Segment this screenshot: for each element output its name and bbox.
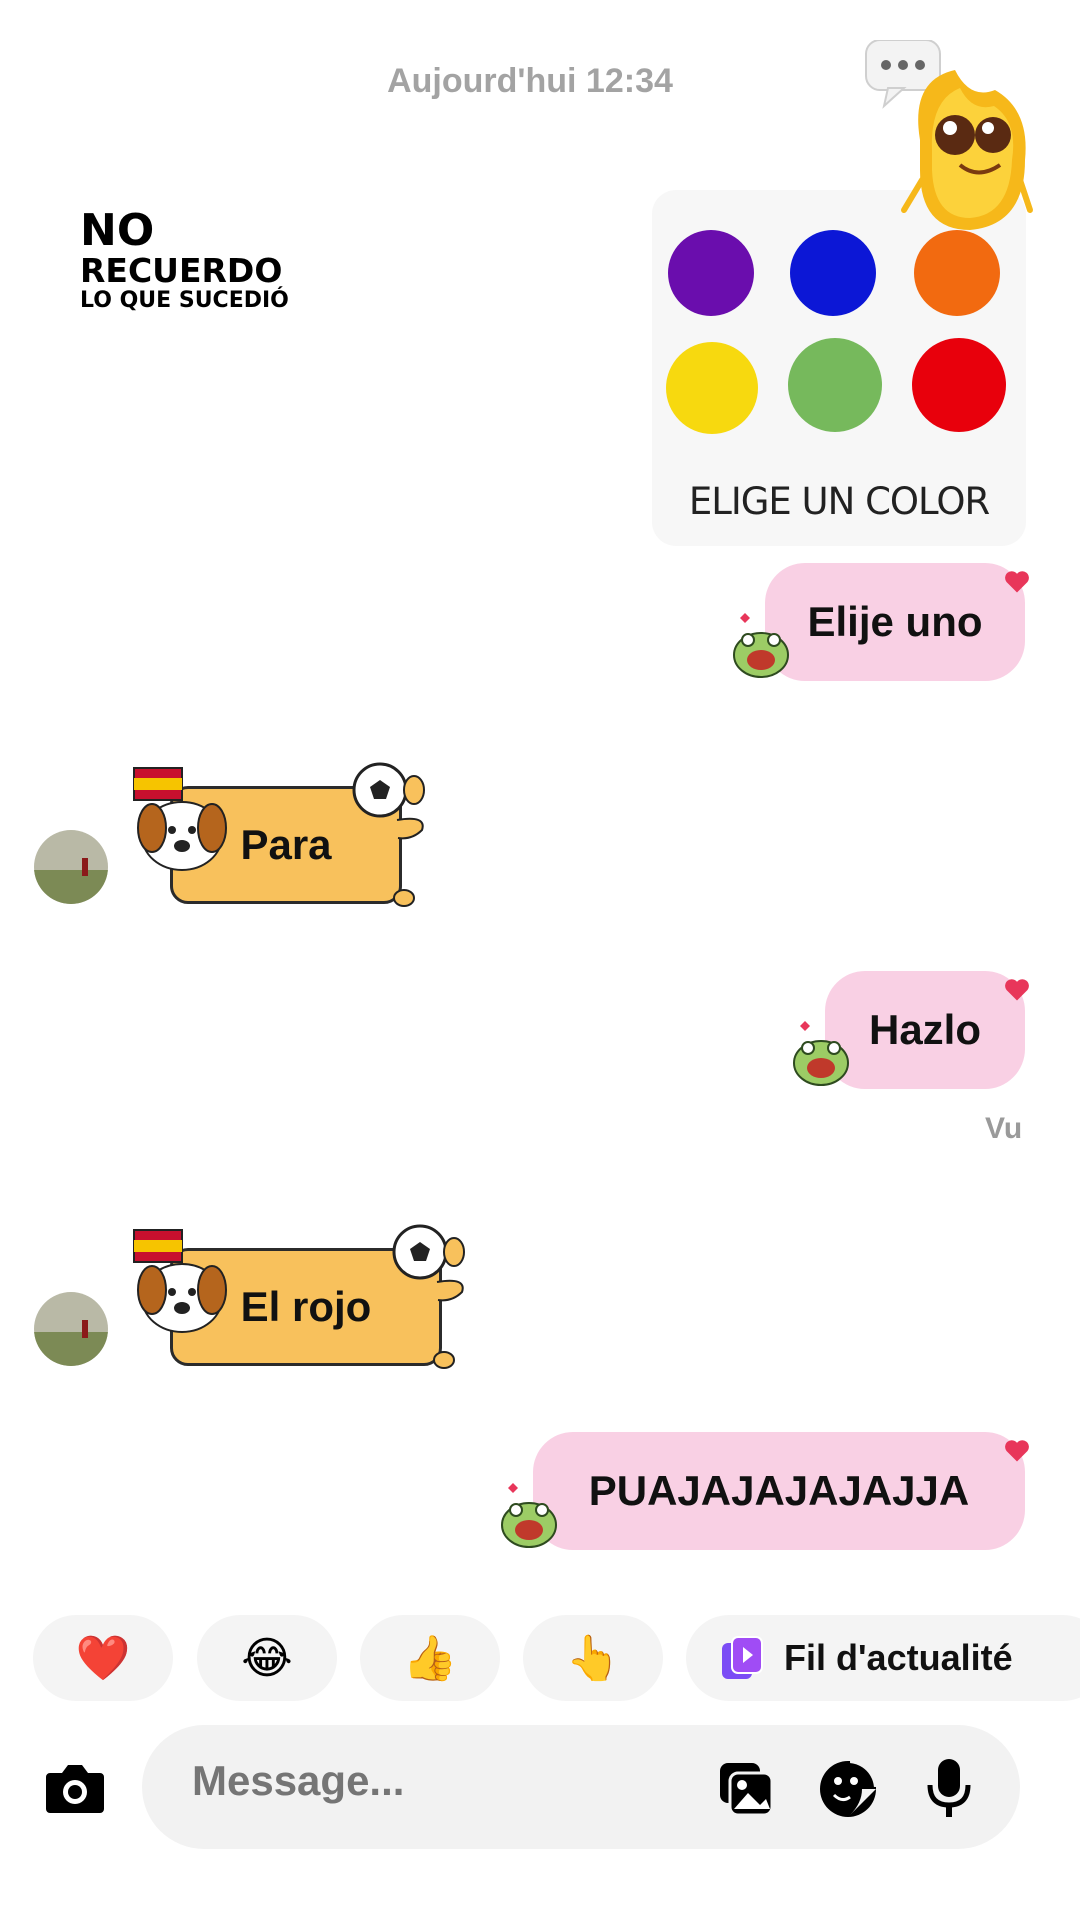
color-dot-purple <box>668 230 754 316</box>
overlay-caption: NO RECUERDO LO QUE SUCEDIÓ <box>80 205 289 313</box>
color-dot-yellow <box>666 342 758 434</box>
their-message-bubble[interactable]: El rojo <box>130 1222 480 1372</box>
color-dot-green <box>788 338 882 432</box>
my-message-bubble[interactable]: Hazlo <box>825 971 1025 1089</box>
frog-sticker-icon <box>501 1483 557 1548</box>
camera-icon[interactable] <box>44 1757 106 1817</box>
sticker-icon[interactable] <box>818 1759 878 1819</box>
quick-reactions-bar: ❤️ 😂 👍 👆 Fil d'actualité <box>33 1615 1080 1701</box>
color-dot-red <box>912 338 1006 432</box>
color-choice-sticker[interactable]: ELIGE UN COLOR <box>652 190 1026 546</box>
message-text: Hazlo <box>868 1006 981 1053</box>
avatar[interactable] <box>34 1292 108 1366</box>
typing-indicator-icon <box>865 39 1033 230</box>
heart-reaction-icon <box>1005 571 1029 593</box>
overlay-line-3: LO QUE SUCEDIÓ <box>80 287 289 313</box>
overlay-line-2: RECUERDO <box>80 251 283 291</box>
thumbs-up-emoji-icon: 👍 <box>402 1634 458 1683</box>
seen-indicator: Vu <box>985 1112 1023 1145</box>
color-card-label: ELIGE UN COLOR <box>688 480 990 523</box>
dog-sticker-icon <box>133 1229 227 1333</box>
overlay-line-1: NO <box>80 205 155 256</box>
message-composer <box>142 1725 1020 1849</box>
avatar[interactable] <box>34 830 108 904</box>
message-text: El rojo <box>240 1283 372 1330</box>
feed-reels-icon <box>722 1636 763 1679</box>
feed-share-button[interactable]: Fil d'actualité <box>686 1615 1080 1701</box>
message-input[interactable] <box>192 1757 652 1805</box>
feed-label: Fil d'actualité <box>784 1637 1013 1678</box>
quick-reaction-heart[interactable]: ❤️ <box>33 1615 173 1701</box>
frog-sticker-icon <box>733 613 789 678</box>
dog-sticker-icon <box>133 767 227 871</box>
frog-sticker-icon <box>793 1021 849 1086</box>
color-dot-blue <box>790 230 876 316</box>
microphone-icon[interactable] <box>924 1757 974 1821</box>
heart-emoji-icon: ❤️ <box>75 1634 131 1683</box>
quick-reaction-pointing[interactable]: 👆 <box>523 1615 663 1701</box>
soccer-ball-icon <box>352 762 425 907</box>
my-message-bubble[interactable]: Elije uno <box>765 563 1025 681</box>
my-message-bubble[interactable]: PUAJAJAJAJAJJA <box>533 1432 1025 1550</box>
laughing-emoji-icon: 😂 <box>241 1633 293 1683</box>
typing-mascot <box>860 39 1040 240</box>
message-text: Elije uno <box>807 598 983 645</box>
pointing-up-emoji-icon: 👆 <box>565 1634 621 1683</box>
quick-reaction-thumbs-up[interactable]: 👍 <box>360 1615 500 1701</box>
gallery-icon[interactable] <box>716 1759 776 1819</box>
message-text: PUAJAJAJAJAJJA <box>588 1467 970 1514</box>
their-message-bubble[interactable]: Para <box>130 760 440 910</box>
heart-reaction-icon <box>1005 1440 1029 1462</box>
soccer-ball-icon <box>392 1224 465 1369</box>
message-text: Para <box>240 821 332 868</box>
color-dot-orange <box>914 230 1000 316</box>
heart-reaction-icon <box>1005 979 1029 1001</box>
quick-reaction-laugh[interactable]: 😂 <box>197 1615 337 1701</box>
